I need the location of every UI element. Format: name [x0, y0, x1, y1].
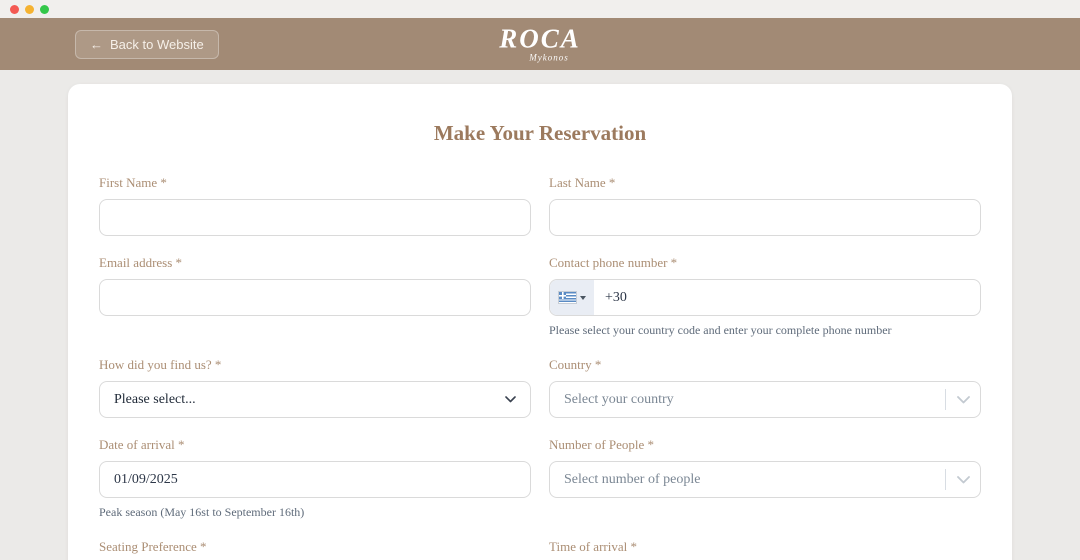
select-indicators — [945, 462, 980, 497]
phone-input[interactable]: +30 — [549, 279, 981, 316]
country-label: Country * — [549, 357, 602, 372]
seating-field-group: Seating Preference * FRONT ROW UNOBSTRUC… — [99, 539, 531, 560]
logo-subtitle: Mykonos — [529, 52, 569, 63]
referral-selected-value: Please select... — [114, 391, 196, 407]
last-name-label: Last Name * — [549, 175, 616, 190]
date-of-arrival-input[interactable] — [99, 461, 531, 498]
email-input[interactable] — [99, 279, 531, 316]
phone-helper-text: Please select your country code and ente… — [549, 323, 892, 337]
minimize-window-button[interactable] — [25, 4, 34, 14]
chevron-down-icon[interactable] — [946, 395, 980, 404]
dial-code-value: +30 — [605, 289, 627, 305]
date-field-group: Date of arrival * Peak season (May 16st … — [99, 437, 531, 520]
zoom-window-button[interactable] — [40, 4, 49, 14]
back-to-website-button[interactable]: ← Back to Website — [75, 29, 219, 59]
time-field-group: Time of arrival * Select arrival time — [549, 539, 981, 560]
select-indicators — [945, 382, 980, 417]
date-helper-text: Peak season (May 16st to September 16th) — [99, 505, 305, 519]
last-name-field-group: Last Name * — [549, 175, 981, 236]
people-placeholder: Select number of people — [564, 471, 701, 487]
roca-logo: ROCA Mykonos — [499, 23, 581, 63]
email-field-group: Email address * — [99, 255, 531, 338]
time-label: Time of arrival * — [549, 539, 637, 554]
window-titlebar — [0, 0, 1080, 18]
seating-label: Seating Preference * — [99, 539, 207, 554]
reservation-card: Make Your Reservation First Name * Last … — [68, 84, 1012, 560]
phone-field-group: Contact phone number * +30 Please select… — [549, 255, 981, 338]
people-label: Number of People * — [549, 437, 655, 452]
traffic-lights — [10, 4, 49, 14]
last-name-input[interactable] — [549, 199, 981, 236]
chevron-down-icon[interactable] — [946, 475, 980, 484]
greece-flag-icon — [558, 291, 577, 304]
back-arrow-icon: ← — [90, 36, 103, 52]
logo-wordmark: ROCA — [499, 23, 581, 54]
reservation-form: First Name * Last Name * Email address *… — [99, 175, 981, 560]
people-field-group: Number of People * Select number of peop… — [549, 437, 981, 520]
first-name-field-group: First Name * — [99, 175, 531, 236]
referral-label: How did you find us? * — [99, 357, 222, 372]
caret-down-icon — [580, 295, 586, 300]
email-label: Email address * — [99, 255, 183, 270]
page-title: Make Your Reservation — [433, 121, 647, 145]
country-placeholder: Select your country — [564, 391, 674, 407]
country-code-selector[interactable] — [550, 280, 594, 315]
referral-field-group: How did you find us? * Please select... — [99, 357, 531, 418]
back-button-label: Back to Website — [110, 36, 204, 52]
page-header: ← Back to Website ROCA Mykonos — [0, 18, 1080, 70]
date-label: Date of arrival * — [99, 437, 185, 452]
country-select[interactable]: Select your country — [549, 381, 981, 418]
first-name-input[interactable] — [99, 199, 531, 236]
country-field-group: Country * Select your country — [549, 357, 981, 418]
phone-label: Contact phone number * — [549, 255, 678, 270]
close-window-button[interactable] — [10, 4, 19, 14]
people-select[interactable]: Select number of people — [549, 461, 981, 498]
chevron-down-icon — [505, 396, 516, 403]
referral-select[interactable]: Please select... — [99, 381, 531, 418]
first-name-label: First Name * — [99, 175, 167, 190]
